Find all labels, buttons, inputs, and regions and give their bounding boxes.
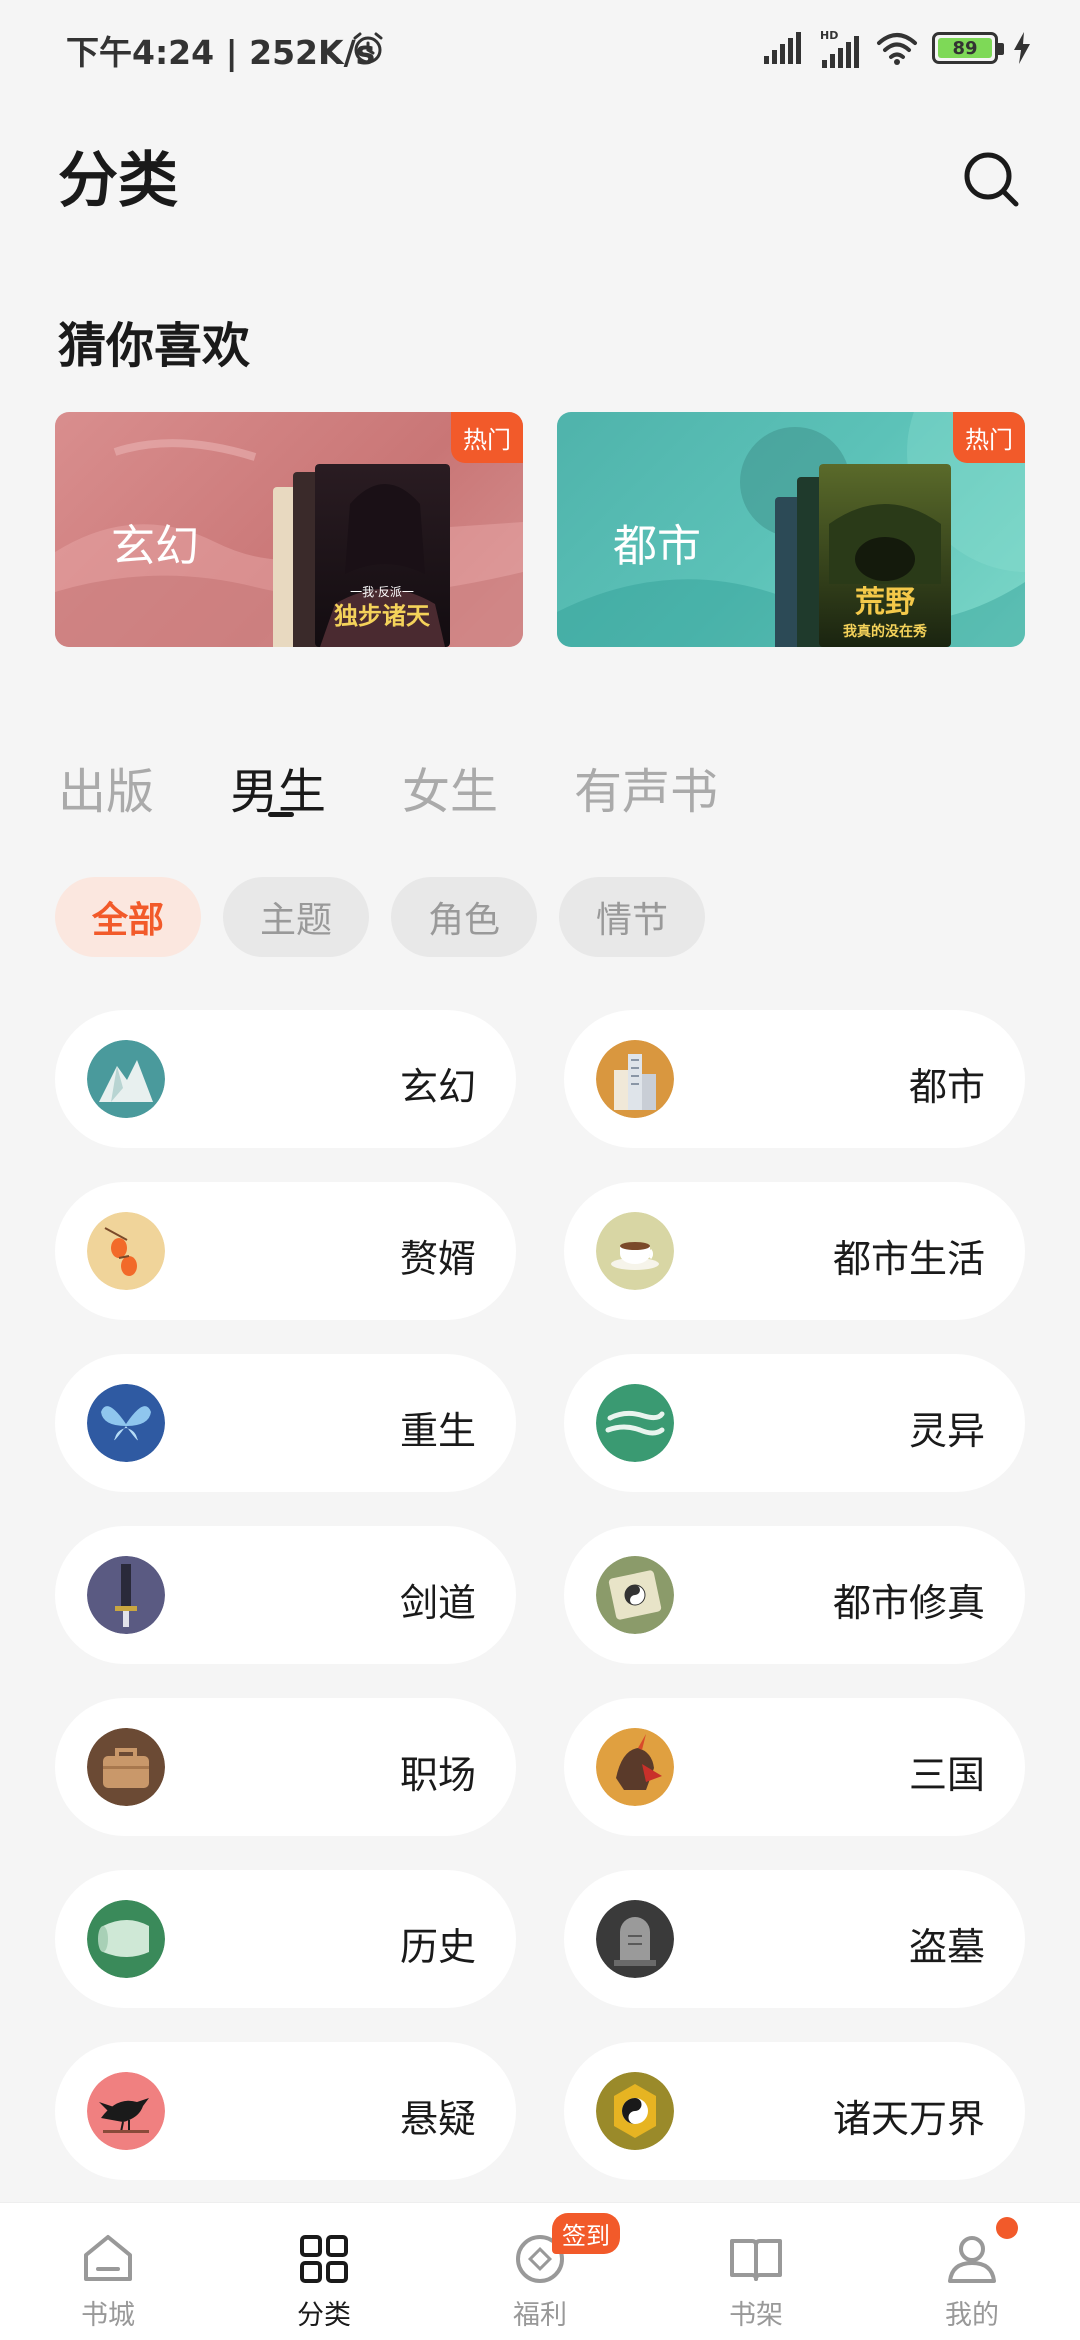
tab-female[interactable]: 女生 — [402, 752, 498, 822]
tab-male[interactable]: 男生 — [230, 752, 326, 822]
category-sanguo[interactable]: 三国 — [564, 1698, 1025, 1836]
signal-hd-icon: HD — [820, 29, 859, 68]
category-chongsheng[interactable]: 重生 — [55, 1354, 516, 1492]
butterfly-icon — [87, 1384, 165, 1462]
hot-badge: 热门 — [451, 412, 523, 463]
mountain-icon — [87, 1040, 165, 1118]
svg-text:我真的没在秀: 我真的没在秀 — [843, 623, 928, 640]
crow-icon — [87, 2072, 165, 2150]
nav-label: 书城 — [81, 2300, 135, 2331]
status-icons: HD 89 — [762, 28, 1032, 68]
category-label: 剑道 — [399, 1581, 476, 1625]
book-cover-xuanhuan: 一我·反派一 独步诸天 — [315, 464, 450, 647]
book-open-icon — [730, 2239, 782, 2281]
category-lishi[interactable]: 历史 — [55, 1870, 516, 2008]
status-bar: 下午4:24 | 252K/s HD 89 — [0, 0, 1080, 96]
category-daomu[interactable]: 盗墓 — [564, 1870, 1025, 2008]
category-label: 都市生活 — [832, 1237, 985, 1281]
nav-label: 书架 — [729, 2300, 783, 2331]
featured-card-label: 玄幻 — [111, 521, 199, 572]
category-label: 赘婿 — [399, 1237, 476, 1281]
bottom-nav: 书城 分类 福利 签到 书架 我的 — [0, 2202, 1080, 2340]
tab-publish[interactable]: 出版 — [58, 752, 154, 822]
home-icon — [84, 2235, 132, 2281]
section-title-recommend: 猜你喜欢 — [58, 318, 251, 374]
book-cover-dushi: 荒野 我真的没在秀 — [819, 464, 951, 647]
nav-welfare[interactable]: 福利 签到 — [432, 2203, 648, 2340]
checkin-badge: 签到 — [552, 2213, 620, 2254]
category-label: 职场 — [399, 1753, 476, 1797]
hot-badge: 热门 — [953, 412, 1025, 463]
chip-theme[interactable]: 主题 — [223, 877, 369, 957]
chip-all[interactable]: 全部 — [55, 877, 201, 957]
category-dushi-life[interactable]: 都市生活 — [564, 1182, 1025, 1320]
category-label: 重生 — [399, 1409, 476, 1453]
category-label: 都市 — [908, 1065, 985, 1109]
svg-text:一我·反派一: 一我·反派一 — [350, 585, 414, 599]
taiji-scroll-icon — [596, 1556, 674, 1634]
wifi-icon — [877, 33, 917, 65]
category-label: 灵异 — [908, 1409, 985, 1453]
alarm-clock-icon — [353, 32, 383, 64]
taiji-coin-icon — [596, 2072, 674, 2150]
sword-icon — [87, 1556, 165, 1634]
charging-icon — [1014, 32, 1030, 64]
featured-card-dushi[interactable]: 荒野 我真的没在秀 都市 热门 — [557, 412, 1025, 647]
battery-icon: 89 — [932, 32, 1004, 64]
category-label: 都市修真 — [832, 1581, 985, 1625]
category-lingyi[interactable]: 灵异 — [564, 1354, 1025, 1492]
nav-label: 福利 — [513, 2300, 567, 2331]
buildings-icon — [596, 1040, 674, 1118]
battery-level: 89 — [938, 38, 992, 59]
coffee-cup-icon — [596, 1212, 674, 1290]
grid-icon — [300, 2235, 348, 2283]
scroll-icon — [87, 1900, 165, 1978]
nav-label: 我的 — [945, 2300, 999, 2331]
filter-chips: 全部 主题 角色 情节 — [55, 877, 705, 957]
category-grid: 玄幻 都市 赘婿 都市生活 重生 灵异 剑道 都市修真 职场 三国 历史 盗墓 … — [55, 1010, 1025, 2180]
lantern-icon — [87, 1212, 165, 1290]
category-label: 三国 — [908, 1753, 985, 1797]
category-dushi[interactable]: 都市 — [564, 1010, 1025, 1148]
briefcase-icon — [87, 1728, 165, 1806]
category-xuanhuan[interactable]: 玄幻 — [55, 1010, 516, 1148]
status-time: 下午4:24 | 252K/s — [66, 33, 376, 72]
user-icon — [948, 2236, 996, 2283]
nav-bookstore[interactable]: 书城 — [0, 2203, 216, 2340]
category-label: 诸天万界 — [832, 2097, 985, 2141]
category-label: 悬疑 — [399, 2097, 476, 2141]
tab-active-indicator — [268, 812, 295, 817]
warrior-helmet-icon — [596, 1728, 674, 1806]
signal-icon — [764, 32, 801, 64]
category-zhutian-wanjie[interactable]: 诸天万界 — [564, 2042, 1025, 2180]
nav-category[interactable]: 分类 — [216, 2203, 432, 2340]
svg-text:独步诸天: 独步诸天 — [334, 602, 430, 630]
nav-label: 分类 — [297, 2300, 351, 2331]
page-title: 分类 — [58, 146, 178, 216]
featured-card-xuanhuan[interactable]: 一我·反派一 独步诸天 玄幻 热门 — [55, 412, 523, 647]
nav-profile[interactable]: 我的 — [864, 2203, 1080, 2340]
svg-text:荒野: 荒野 — [855, 585, 915, 620]
nav-bookshelf[interactable]: 书架 — [648, 2203, 864, 2340]
chip-plot[interactable]: 情节 — [559, 877, 705, 957]
wind-swirl-icon — [596, 1384, 674, 1462]
chip-role[interactable]: 角色 — [391, 877, 537, 957]
category-tabs: 出版 男生 女生 有声书 — [58, 752, 718, 822]
featured-card-label: 都市 — [613, 521, 701, 572]
category-dushi-xiuzhen[interactable]: 都市修真 — [564, 1526, 1025, 1664]
category-label: 玄幻 — [399, 1065, 476, 1109]
tombstone-icon — [596, 1900, 674, 1978]
notification-dot — [996, 2217, 1018, 2239]
category-jiandao[interactable]: 剑道 — [55, 1526, 516, 1664]
category-zhichang[interactable]: 职场 — [55, 1698, 516, 1836]
category-zhuixu[interactable]: 赘婿 — [55, 1182, 516, 1320]
category-label: 盗墓 — [908, 1925, 985, 1969]
svg-text:HD: HD — [820, 29, 838, 42]
category-xuanyi[interactable]: 悬疑 — [55, 2042, 516, 2180]
tab-audiobook[interactable]: 有声书 — [574, 752, 718, 822]
search-icon[interactable] — [960, 148, 1024, 212]
category-label: 历史 — [399, 1925, 476, 1969]
